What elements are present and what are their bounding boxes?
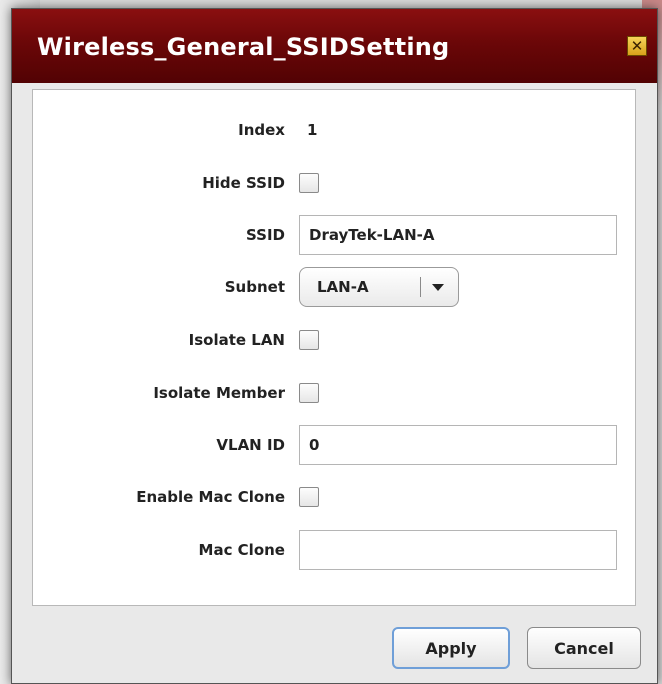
row-vlan-id: VLAN ID — [33, 425, 635, 465]
mac-clone-label: Mac Clone — [198, 541, 285, 559]
enable-mac-clone-checkbox[interactable] — [299, 487, 319, 507]
dialog-titlebar: Wireless_General_SSIDSetting ✕ — [12, 9, 657, 83]
index-label: Index — [238, 121, 285, 139]
subnet-label: Subnet — [224, 278, 285, 296]
isolate-lan-checkbox[interactable] — [299, 330, 319, 350]
vlan-id-label: VLAN ID — [216, 436, 285, 454]
mac-clone-input[interactable] — [299, 530, 617, 570]
close-button[interactable]: ✕ — [627, 36, 647, 56]
vlan-id-input[interactable] — [299, 425, 617, 465]
subnet-select[interactable]: LAN-A — [299, 267, 459, 307]
row-ssid: SSID — [33, 215, 635, 255]
cancel-button[interactable]: Cancel — [527, 627, 641, 669]
row-isolate-member: Isolate Member — [33, 373, 635, 413]
hide-ssid-checkbox[interactable] — [299, 173, 319, 193]
isolate-member-checkbox[interactable] — [299, 383, 319, 403]
dialog-title: Wireless_General_SSIDSetting — [37, 33, 450, 61]
row-enable-mac-clone: Enable Mac Clone — [33, 477, 635, 517]
ssid-input[interactable] — [299, 215, 617, 255]
form-panel: Index 1 Hide SSID SSID Subnet LAN-A Isol… — [32, 89, 636, 606]
chevron-down-icon[interactable] — [432, 284, 444, 291]
isolate-member-label: Isolate Member — [153, 384, 285, 402]
index-value: 1 — [307, 121, 318, 139]
row-mac-clone: Mac Clone — [33, 530, 635, 570]
row-subnet: Subnet LAN-A — [33, 267, 635, 307]
subnet-selected-value: LAN-A — [317, 278, 369, 296]
close-icon: ✕ — [630, 36, 644, 55]
enable-mac-clone-label: Enable Mac Clone — [136, 488, 285, 506]
isolate-lan-label: Isolate LAN — [188, 331, 285, 349]
row-isolate-lan: Isolate LAN — [33, 320, 635, 360]
row-hide-ssid: Hide SSID — [33, 163, 635, 203]
apply-button[interactable]: Apply — [392, 627, 510, 669]
hide-ssid-label: Hide SSID — [202, 174, 285, 192]
select-separator — [420, 277, 421, 297]
ssid-setting-dialog: Wireless_General_SSIDSetting ✕ Index 1 H… — [11, 8, 658, 684]
ssid-label: SSID — [246, 226, 285, 244]
row-index: Index 1 — [33, 110, 635, 150]
